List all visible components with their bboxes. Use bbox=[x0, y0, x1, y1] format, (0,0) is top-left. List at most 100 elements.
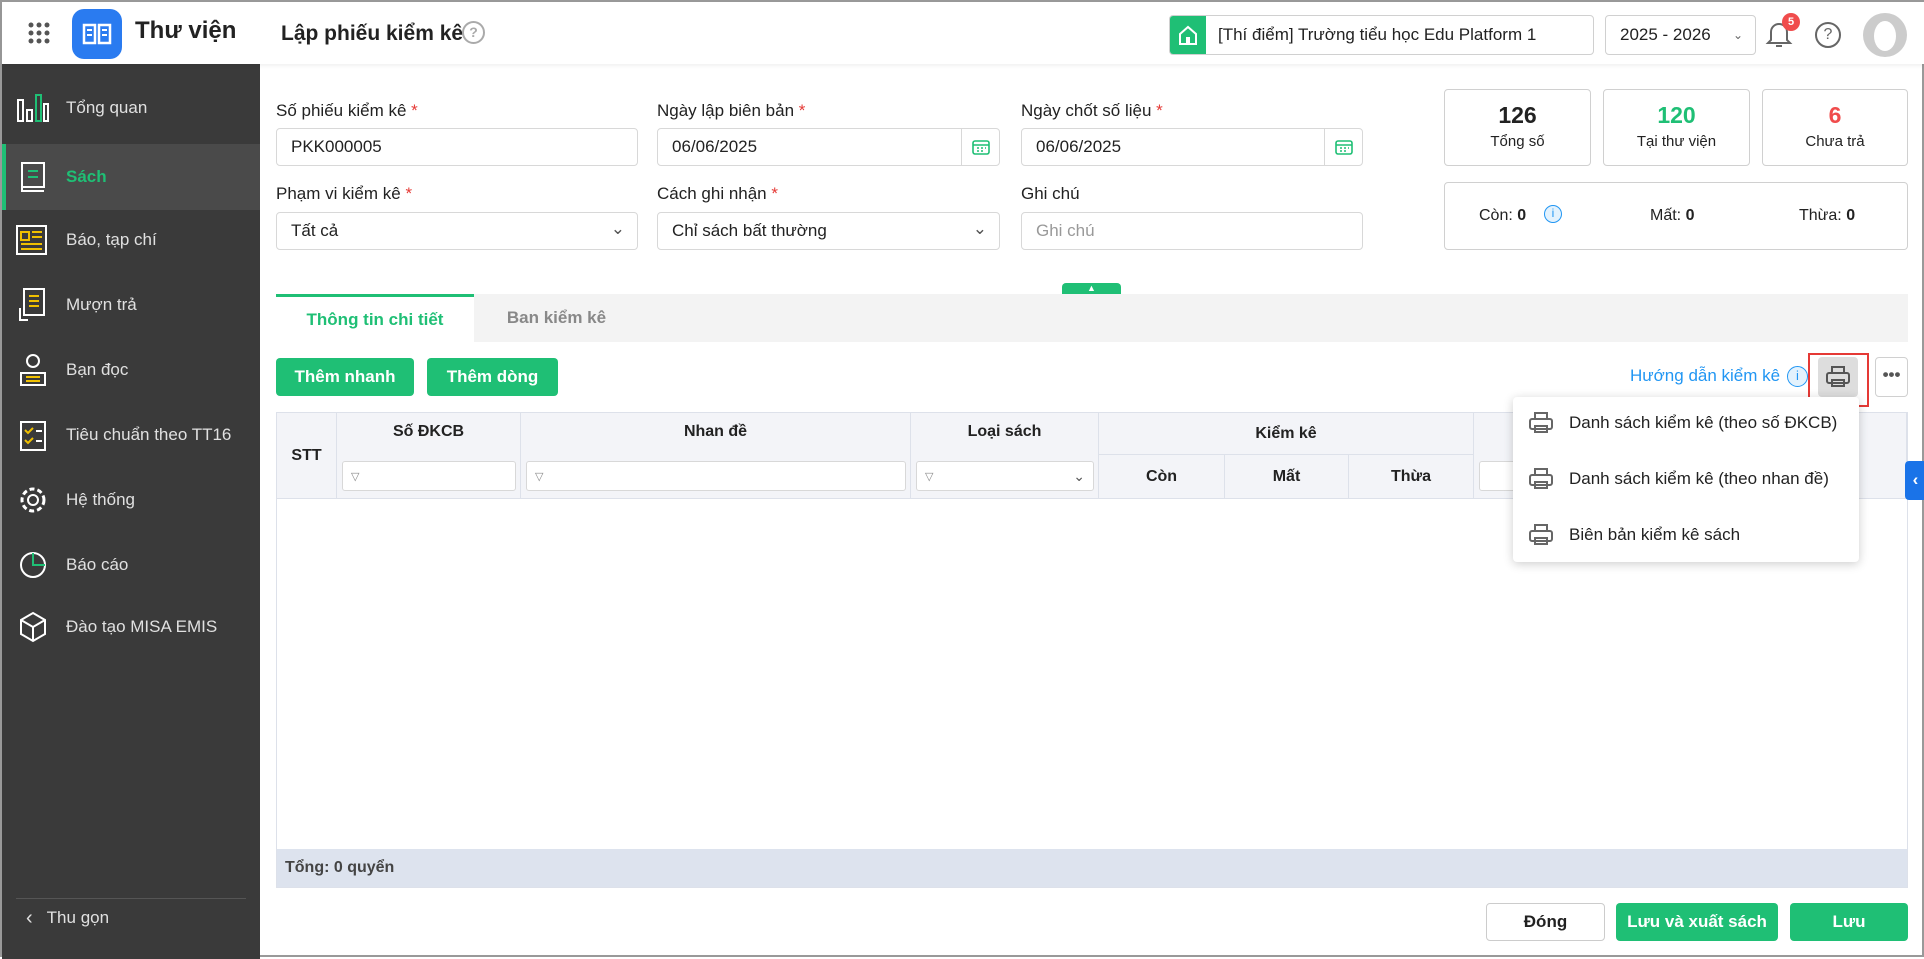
stat-mat: Mất: 0 bbox=[1650, 207, 1695, 224]
ngay-lap-label: Ngày lập biên bản * bbox=[657, 101, 806, 120]
sidebar-item-label: Báo cáo bbox=[66, 555, 129, 574]
filter-icon: ▽ bbox=[535, 470, 544, 483]
filter-icon: ▽ bbox=[925, 470, 934, 483]
save-export-button[interactable]: Lưu và xuất sách bbox=[1616, 903, 1778, 941]
stat-not-returned: 6 Chưa trả bbox=[1762, 89, 1908, 166]
printer-icon bbox=[1529, 524, 1553, 545]
add-row-button[interactable]: Thêm dòng bbox=[427, 358, 558, 396]
info-icon[interactable]: i bbox=[1787, 366, 1808, 387]
ghi-chu-label: Ghi chú bbox=[1021, 184, 1080, 203]
stat-summary: Còn: 0 i Mất: 0 Thừa: 0 bbox=[1444, 182, 1908, 250]
sidebar-item-label: Báo, tạp chí bbox=[66, 230, 157, 249]
school-selector[interactable]: [Thí điểm] Trường tiểu học Edu Platform … bbox=[1169, 15, 1594, 55]
sidebar-item-label: Đào tạo MISA EMIS bbox=[66, 617, 218, 636]
printer-icon bbox=[1826, 366, 1850, 387]
calendar-icon[interactable] bbox=[961, 129, 999, 165]
pham-vi-select[interactable]: Tất cả ⌄ bbox=[276, 212, 638, 250]
notification-badge: 5 bbox=[1782, 13, 1800, 31]
sidebar-item-sach[interactable]: Sách bbox=[2, 144, 260, 210]
printer-icon bbox=[1529, 468, 1553, 489]
pie-chart-icon bbox=[16, 549, 50, 581]
sidebar-item-ban-doc[interactable]: Bạn đọc bbox=[2, 337, 260, 403]
stat-con: Còn: 0 bbox=[1479, 207, 1527, 224]
bar-chart-icon bbox=[16, 92, 50, 124]
newspaper-icon bbox=[16, 224, 50, 256]
tab-ban-kiem-ke[interactable]: Ban kiểm kê bbox=[474, 294, 639, 342]
sidebar-item-label: Sách bbox=[66, 167, 107, 186]
top-header: Thư viện Lập phiếu kiểm kê ? [Thí điểm] … bbox=[2, 2, 1924, 64]
collapse-form-toggle[interactable]: ▲ bbox=[1062, 283, 1121, 294]
pham-vi-label: Phạm vi kiểm kê * bbox=[276, 184, 413, 203]
col-con: Còn bbox=[1099, 455, 1225, 499]
chevron-down-icon: ⌄ bbox=[1073, 467, 1085, 484]
user-avatar[interactable] bbox=[1863, 13, 1907, 57]
print-button[interactable] bbox=[1818, 357, 1858, 397]
sidebar-item-label: Tổng quan bbox=[66, 98, 148, 117]
print-menu-item-nhan-de[interactable]: Danh sách kiểm kê (theo nhan đề) bbox=[1513, 454, 1859, 504]
filter-nhan-de[interactable]: ▽ bbox=[526, 461, 906, 491]
checklist-icon bbox=[16, 419, 50, 451]
filter-loai-sach[interactable]: ▽ ⌄ bbox=[916, 461, 1094, 491]
sidebar: Tổng quan Sách Báo, tạp chí Mượn trả Bạn… bbox=[2, 64, 260, 959]
so-phieu-input[interactable]: PKK000005 bbox=[276, 128, 638, 166]
borrow-icon bbox=[16, 288, 50, 321]
cube-icon bbox=[16, 611, 50, 643]
page-title: Lập phiếu kiểm kê bbox=[281, 22, 464, 45]
app-name: Thư viện bbox=[135, 17, 237, 44]
ngay-lap-input[interactable]: 06/06/2025 bbox=[657, 128, 1000, 166]
chevron-down-icon: ⌄ bbox=[610, 219, 625, 238]
printer-icon bbox=[1529, 412, 1553, 433]
app-logo-icon bbox=[72, 9, 122, 59]
sidebar-item-bao-tap-chi[interactable]: Báo, tạp chí bbox=[2, 207, 260, 273]
stat-thua: Thừa: 0 bbox=[1799, 207, 1856, 224]
sidebar-item-muon-tra[interactable]: Mượn trả bbox=[2, 272, 260, 338]
calendar-icon[interactable] bbox=[1324, 129, 1362, 165]
col-kiem-ke: Kiểm kê bbox=[1099, 413, 1474, 455]
col-thua: Thừa bbox=[1349, 455, 1474, 499]
stat-in-library: 120 Tại thư viện bbox=[1603, 89, 1750, 166]
collapse-label: Thu gọn bbox=[46, 908, 110, 927]
sidebar-item-bao-cao[interactable]: Báo cáo bbox=[2, 532, 260, 598]
app-grid-icon[interactable] bbox=[28, 22, 50, 49]
home-icon bbox=[1170, 16, 1206, 54]
school-year-select[interactable]: 2025 - 2026 ⌄ bbox=[1605, 15, 1756, 55]
more-options-button[interactable]: ••• bbox=[1875, 357, 1908, 397]
filter-icon: ▽ bbox=[351, 470, 360, 483]
col-mat: Mất bbox=[1225, 455, 1349, 499]
sidebar-item-he-thong[interactable]: Hệ thống bbox=[2, 467, 260, 533]
chevron-down-icon: ⌄ bbox=[972, 219, 987, 238]
sidebar-item-label: Tiêu chuẩn theo TT16 bbox=[66, 425, 232, 444]
chevron-left-icon: ‹ bbox=[26, 906, 33, 929]
table-footer-total: Tổng: 0 quyển bbox=[277, 849, 1907, 887]
cach-ghi-select[interactable]: Chỉ sách bất thường ⌄ bbox=[657, 212, 1000, 250]
ghi-chu-input[interactable]: Ghi chú bbox=[1021, 212, 1363, 250]
chevron-down-icon: ⌄ bbox=[1732, 28, 1743, 42]
sidebar-item-tieu-chuan[interactable]: Tiêu chuẩn theo TT16 bbox=[2, 402, 260, 468]
ngay-chot-input[interactable]: 06/06/2025 bbox=[1021, 128, 1363, 166]
close-button[interactable]: Đóng bbox=[1486, 903, 1605, 941]
help-circle-icon[interactable]: ? bbox=[462, 21, 485, 44]
help-icon[interactable]: ? bbox=[1815, 22, 1841, 48]
info-icon[interactable]: i bbox=[1544, 205, 1562, 223]
school-year-value: 2025 - 2026 bbox=[1620, 25, 1711, 44]
quick-add-button[interactable]: Thêm nhanh bbox=[276, 358, 414, 396]
side-panel-toggle[interactable]: ‹ bbox=[1905, 461, 1924, 500]
stat-total: 126 Tổng số bbox=[1444, 89, 1591, 166]
col-stt: STT bbox=[277, 413, 337, 499]
sidebar-item-tong-quan[interactable]: Tổng quan bbox=[2, 75, 260, 141]
guide-link[interactable]: Hướng dẫn kiểm kê bbox=[1630, 366, 1780, 386]
book-icon bbox=[16, 161, 50, 193]
ngay-chot-label: Ngày chốt số liệu * bbox=[1021, 101, 1163, 120]
print-menu-item-bien-ban[interactable]: Biên bản kiểm kê sách bbox=[1513, 510, 1859, 560]
print-menu: Danh sách kiểm kê (theo số ĐKCB) Danh sá… bbox=[1513, 397, 1859, 562]
collapse-sidebar-button[interactable]: ‹ Thu gọn bbox=[2, 891, 260, 945]
print-menu-item-dkcb[interactable]: Danh sách kiểm kê (theo số ĐKCB) bbox=[1513, 398, 1859, 448]
sidebar-item-dao-tao[interactable]: Đào tạo MISA EMIS bbox=[2, 594, 260, 660]
filter-so-dkcb[interactable]: ▽ bbox=[342, 461, 516, 491]
sidebar-item-label: Bạn đọc bbox=[66, 360, 129, 379]
school-name: [Thí điểm] Trường tiểu học Edu Platform … bbox=[1218, 25, 1537, 44]
gear-icon bbox=[16, 484, 50, 516]
tab-thong-tin[interactable]: Thông tin chi tiết bbox=[276, 294, 474, 342]
save-button[interactable]: Lưu bbox=[1790, 903, 1908, 941]
cach-ghi-label: Cách ghi nhận * bbox=[657, 184, 778, 203]
